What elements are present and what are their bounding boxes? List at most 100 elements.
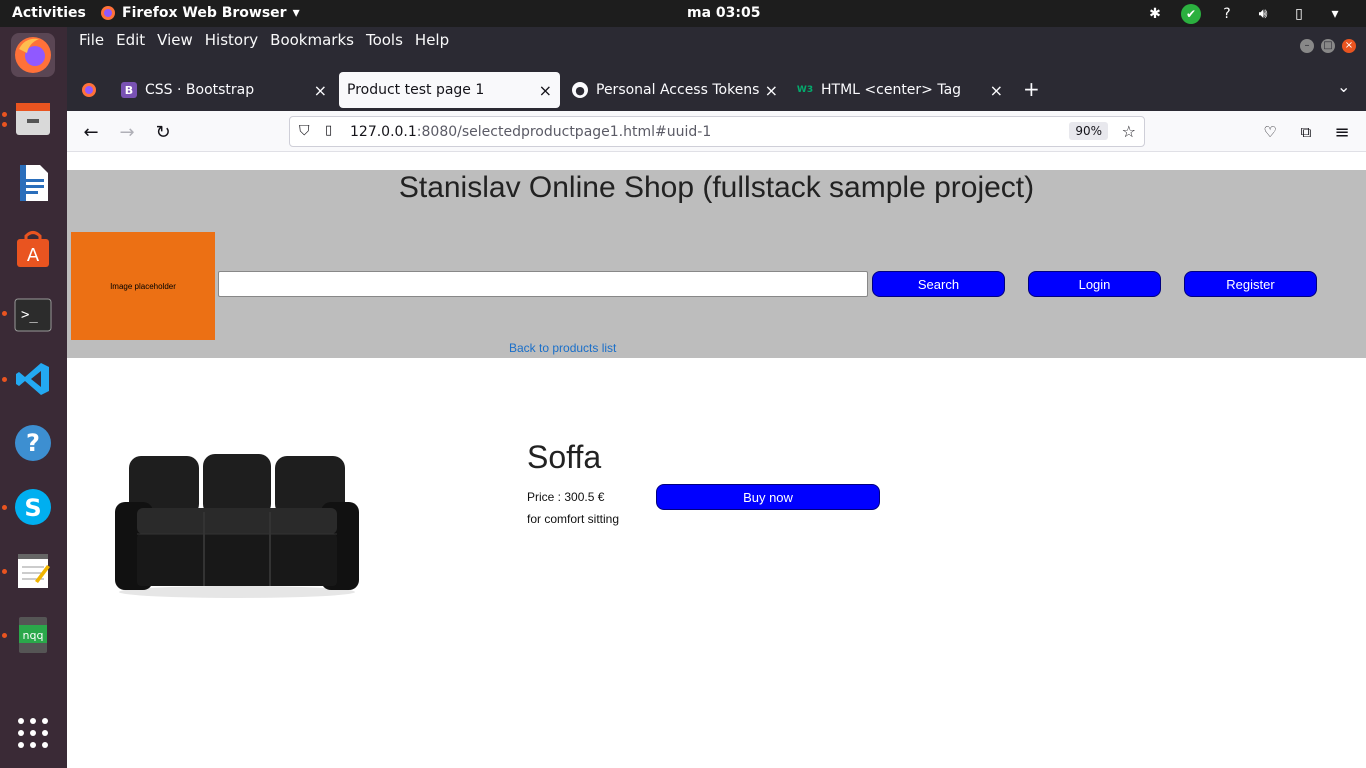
svg-text:nqq: nqq xyxy=(23,629,44,642)
search-input[interactable] xyxy=(218,271,868,297)
battery-icon[interactable]: ▯ xyxy=(1288,3,1310,25)
new-tab-button[interactable]: + xyxy=(1023,77,1040,101)
dock-files[interactable] xyxy=(11,97,55,141)
web-page: Stanislav Online Shop (fullstack sample … xyxy=(67,152,1366,768)
system-tray: ✱ ✔ ? 🔊︎ ▯ ▾ xyxy=(1144,3,1346,25)
clock[interactable]: ma 03:05 xyxy=(687,5,760,21)
login-button[interactable]: Login xyxy=(1028,271,1161,297)
list-all-tabs-button[interactable]: ⌄ xyxy=(1337,77,1350,96)
dock-terminal[interactable]: >_ xyxy=(11,293,55,337)
close-window-button[interactable]: × xyxy=(1342,39,1356,53)
file-cabinet-icon xyxy=(16,103,50,135)
volume-icon[interactable]: 🔊︎ xyxy=(1252,3,1274,25)
menu-file[interactable]: File xyxy=(73,31,110,49)
logo-text: Image placeholder xyxy=(110,281,176,291)
tab-html-center-tag[interactable]: W3 HTML <center> Tag × xyxy=(789,72,1011,108)
menu-tools[interactable]: Tools xyxy=(360,31,409,49)
update-icon[interactable]: ✔ xyxy=(1180,3,1202,25)
shopping-bag-icon: A xyxy=(17,231,49,267)
running-indicator xyxy=(2,569,7,574)
notepadqq-icon: nqq xyxy=(19,617,47,653)
url-text[interactable]: 127.0.0.1:8080/selectedproductpage1.html… xyxy=(350,124,711,140)
product-image xyxy=(115,454,359,598)
register-button[interactable]: Register xyxy=(1184,271,1317,297)
reload-button[interactable]: ↻ xyxy=(152,121,174,143)
dock-libreoffice-writer[interactable] xyxy=(11,161,55,205)
system-top-bar: Activities Firefox Web Browser ▾ ma 03:0… xyxy=(0,0,1366,27)
tab-css-bootstrap[interactable]: B CSS · Bootstrap × xyxy=(113,72,335,108)
buy-now-button[interactable]: Buy now xyxy=(656,484,880,510)
search-button[interactable]: Search xyxy=(872,271,1005,297)
firefox-view-button[interactable] xyxy=(73,72,103,108)
document-icon xyxy=(20,165,48,201)
page-icon[interactable]: ▯ xyxy=(325,123,332,138)
grid-icon xyxy=(18,718,48,748)
running-indicator xyxy=(2,311,7,316)
running-indicator xyxy=(2,122,7,127)
maximize-button[interactable]: □ xyxy=(1321,39,1335,53)
firefox-icon xyxy=(101,6,115,20)
close-icon[interactable]: × xyxy=(539,81,552,100)
dock-software[interactable]: A xyxy=(11,227,55,271)
bluetooth-icon[interactable]: ✱ xyxy=(1144,3,1166,25)
url-bar[interactable]: ⛉ ▯ 127.0.0.1:8080/selectedproductpage1.… xyxy=(289,116,1145,147)
svg-text:?: ? xyxy=(26,429,40,457)
show-applications-button[interactable] xyxy=(11,711,55,755)
pocket-icon[interactable]: ♡ xyxy=(1259,121,1281,143)
menu-bar: File Edit View History Bookmarks Tools H… xyxy=(67,27,1366,67)
chevron-down-icon[interactable]: ▾ xyxy=(1324,3,1346,25)
github-icon: ● xyxy=(572,82,588,98)
url-path: :8080/selectedproductpage1.html#uuid-1 xyxy=(416,124,712,140)
back-button[interactable]: ← xyxy=(80,121,102,143)
dock-vscode[interactable] xyxy=(11,357,55,401)
tab-label: HTML <center> Tag xyxy=(821,82,962,98)
chevron-down-icon: ▾ xyxy=(292,5,300,21)
w3schools-icon: W3 xyxy=(796,85,814,95)
logo-placeholder: Image placeholder xyxy=(71,232,215,340)
forward-button[interactable]: → xyxy=(116,121,138,143)
close-icon[interactable]: × xyxy=(762,81,778,100)
url-host: 127.0.0.1 xyxy=(350,124,417,140)
minimize-button[interactable]: – xyxy=(1300,39,1314,53)
svg-text:A: A xyxy=(27,245,40,266)
notepad-icon xyxy=(18,554,50,588)
app-menu-label: Firefox Web Browser xyxy=(122,5,287,21)
close-icon[interactable]: × xyxy=(990,81,1003,100)
menu-view[interactable]: View xyxy=(151,31,199,49)
bootstrap-icon: B xyxy=(121,82,137,98)
dock-skype[interactable]: S xyxy=(11,485,55,529)
tab-label: Personal Access Tokens ( xyxy=(596,82,770,98)
menu-bookmarks[interactable]: Bookmarks xyxy=(264,31,360,49)
menu-edit[interactable]: Edit xyxy=(110,31,151,49)
svg-text:>_: >_ xyxy=(21,307,38,323)
app-menu[interactable]: Firefox Web Browser ▾ xyxy=(100,5,300,21)
back-to-products-link[interactable]: Back to products list xyxy=(509,341,616,355)
help-icon: ? xyxy=(15,425,51,461)
product-description: for comfort sitting xyxy=(527,512,620,526)
hamburger-menu-icon[interactable]: ≡ xyxy=(1331,121,1353,143)
zoom-indicator[interactable]: 90% xyxy=(1069,122,1108,140)
site-header: Stanislav Online Shop (fullstack sample … xyxy=(67,170,1366,358)
tab-bar: B CSS · Bootstrap × Product test page 1 … xyxy=(67,67,1366,111)
running-indicator xyxy=(2,505,7,510)
page-title: Stanislav Online Shop (fullstack sample … xyxy=(398,171,1035,204)
extensions-icon[interactable]: ⧉ xyxy=(1295,121,1317,143)
help-icon[interactable]: ? xyxy=(1216,3,1238,25)
dock-help[interactable]: ? xyxy=(11,421,55,465)
dock-text-editor[interactable] xyxy=(11,549,55,593)
dock-nqq[interactable]: nqq xyxy=(11,613,55,657)
shield-icon[interactable]: ⛉ xyxy=(299,123,310,139)
tab-label: CSS · Bootstrap xyxy=(145,82,255,98)
bookmark-star-icon[interactable]: ☆ xyxy=(1122,122,1136,141)
running-indicator xyxy=(2,633,7,638)
navigation-bar: ← → ↻ ⛉ ▯ 127.0.0.1:8080/selectedproduct… xyxy=(67,111,1366,152)
product-name: Soffa xyxy=(527,439,602,475)
activities-button[interactable]: Activities xyxy=(12,5,86,21)
dock-firefox[interactable] xyxy=(11,33,55,77)
running-indicator xyxy=(2,377,7,382)
tab-personal-access-tokens[interactable]: ● Personal Access Tokens ( × xyxy=(564,72,786,108)
menu-history[interactable]: History xyxy=(199,31,264,49)
menu-help[interactable]: Help xyxy=(409,31,455,49)
tab-product-test-page[interactable]: Product test page 1 × xyxy=(339,72,560,108)
close-icon[interactable]: × xyxy=(314,81,327,100)
